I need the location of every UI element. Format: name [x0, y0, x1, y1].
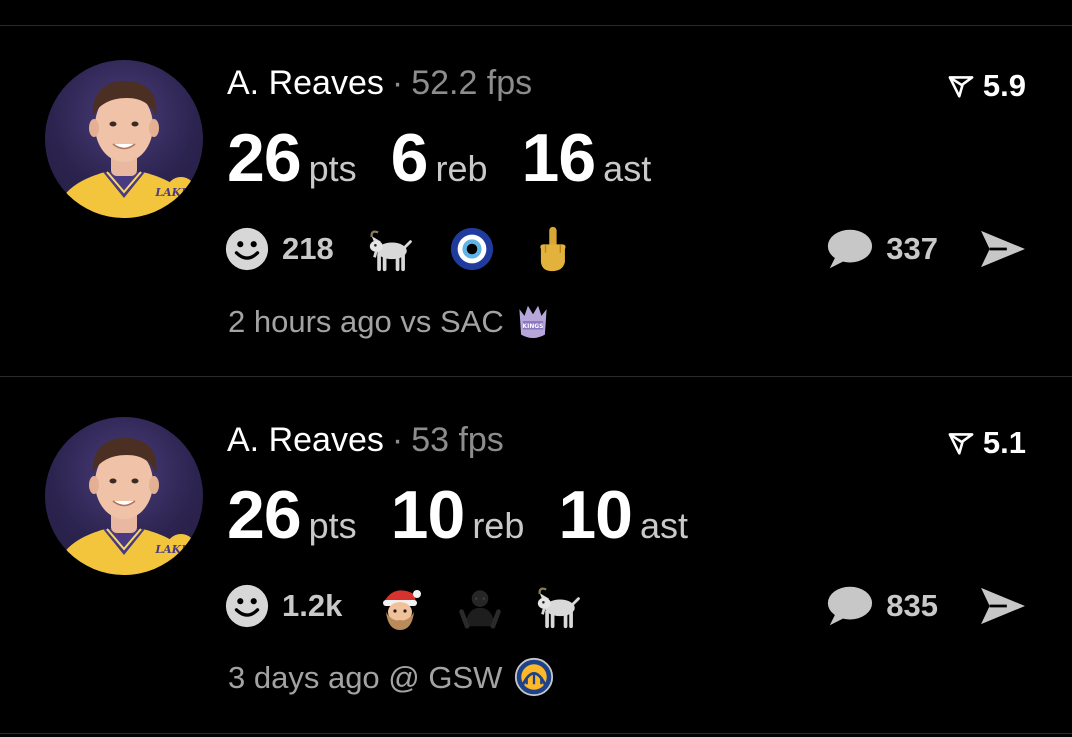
- fps-score: 53 fps: [411, 421, 504, 459]
- card-header: A. Reaves · 52.2 fps: [227, 66, 532, 100]
- player-name[interactable]: A. Reaves: [227, 64, 384, 102]
- evil-eye-emoji[interactable]: [448, 226, 496, 272]
- comments-bar: 337: [824, 226, 1028, 272]
- rebounds-value: 10: [390, 477, 466, 553]
- separator: ·: [391, 421, 404, 459]
- smiley-icon[interactable]: [224, 226, 270, 272]
- rating-value: 5.1: [982, 425, 1026, 460]
- feed-card[interactable]: A. Reaves · 52.2 fps 5.9 26 pts 6 reb 16 ast 21…: [0, 36, 1072, 376]
- rating-score: 5.9: [947, 70, 1026, 101]
- points-unit: pts: [308, 505, 357, 546]
- game-meta: 3 days ago @ GSW: [228, 657, 554, 697]
- reaction-count[interactable]: 218: [282, 231, 334, 267]
- comment-count[interactable]: 337: [886, 231, 938, 267]
- goat-emoji[interactable]: [368, 226, 416, 272]
- goat-emoji[interactable]: [536, 583, 584, 629]
- dark-figure-emoji[interactable]: [456, 583, 504, 629]
- feed-card[interactable]: A. Reaves · 53 fps 5.1 26 pts 10 reb 10 ast 1.2…: [0, 393, 1072, 733]
- comment-count[interactable]: 835: [886, 588, 938, 624]
- opponent[interactable]: @ GSW: [388, 662, 502, 693]
- fps-score: 52.2 fps: [411, 64, 533, 102]
- player-name[interactable]: A. Reaves: [227, 421, 384, 459]
- points-value: 26: [227, 120, 302, 196]
- stat-line: 26 pts 10 reb 10 ast: [227, 481, 688, 549]
- reactions-bar: 1.2k: [224, 583, 616, 629]
- comments-bar: 835: [824, 583, 1028, 629]
- card-divider: [0, 376, 1072, 377]
- send-icon[interactable]: [978, 585, 1028, 627]
- game-meta: 2 hours ago vs SAC: [228, 300, 550, 342]
- time-ago: 3 days ago: [228, 659, 380, 695]
- player-photo-icon: [45, 417, 203, 575]
- time-ago: 2 hours ago: [228, 303, 392, 339]
- speech-bubble-icon[interactable]: [824, 584, 874, 628]
- player-avatar[interactable]: [45, 60, 203, 218]
- separator: ·: [391, 64, 404, 102]
- card-header: A. Reaves · 53 fps: [227, 423, 504, 457]
- top-divider: [0, 25, 1072, 26]
- assists-value: 10: [558, 477, 633, 553]
- middle-finger-emoji[interactable]: [528, 226, 576, 272]
- assists-unit: ast: [639, 505, 689, 546]
- rating-flag-icon: [947, 74, 975, 98]
- rating-flag-icon: [947, 431, 975, 455]
- rating-value: 5.9: [982, 68, 1026, 103]
- assists-unit: ast: [603, 148, 652, 189]
- stat-line: 26 pts 6 reb 16 ast: [227, 124, 651, 192]
- reaction-count[interactable]: 1.2k: [282, 588, 342, 624]
- points-unit: pts: [308, 148, 357, 189]
- reactions-bar: 218: [224, 226, 608, 272]
- kings-logo-icon: [516, 300, 550, 342]
- rebounds-unit: reb: [472, 505, 525, 546]
- rebounds-unit: reb: [435, 148, 488, 189]
- santa-emoji[interactable]: [376, 583, 424, 629]
- opponent[interactable]: vs SAC: [400, 306, 503, 337]
- points-value: 26: [227, 477, 302, 553]
- warriors-logo-icon: [514, 657, 554, 697]
- bottom-divider: [0, 733, 1072, 734]
- player-avatar[interactable]: [45, 417, 203, 575]
- rebounds-value: 6: [390, 120, 429, 196]
- player-photo-icon: [45, 60, 203, 218]
- assists-value: 16: [521, 120, 597, 196]
- smiley-icon[interactable]: [224, 583, 270, 629]
- rating-score: 5.1: [947, 427, 1026, 458]
- speech-bubble-icon[interactable]: [824, 227, 874, 271]
- send-icon[interactable]: [978, 228, 1028, 270]
